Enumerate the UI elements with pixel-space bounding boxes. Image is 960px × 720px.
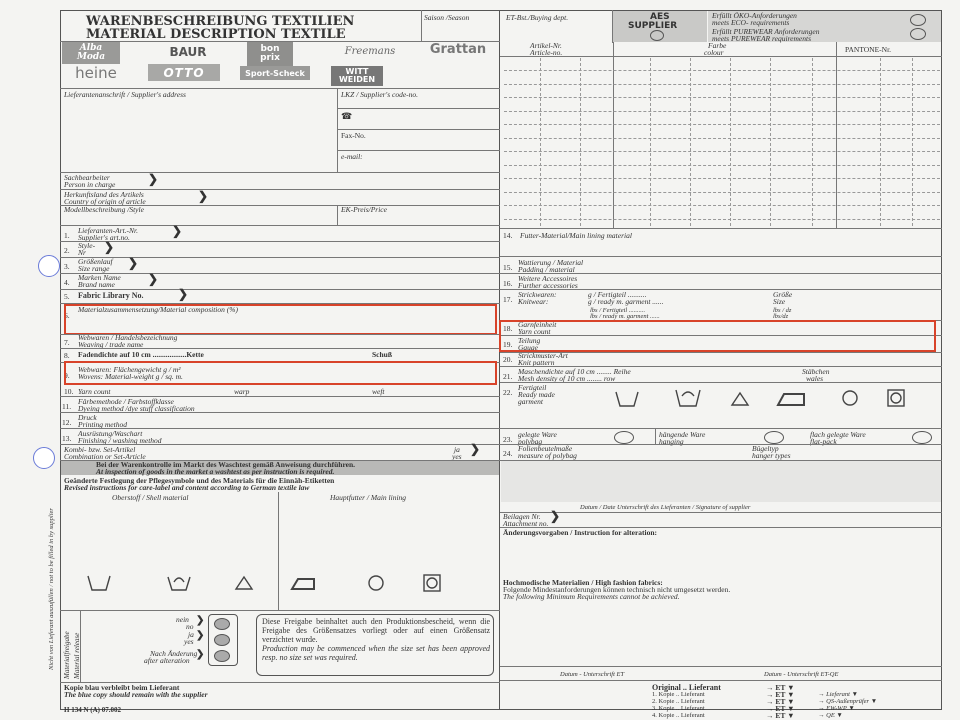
highlight-material-composition <box>64 304 497 335</box>
grid-col-line <box>730 58 731 226</box>
distribution-arrow: → ET ▼ <box>766 711 795 720</box>
care-symbols-left <box>87 574 441 592</box>
grid-row-line <box>504 70 940 71</box>
aes-supplier-label: SUPPLIER <box>628 21 678 31</box>
release-side-label: Materialfreigabe Material release <box>63 631 81 679</box>
iron-icon <box>290 578 315 590</box>
grid-row-line <box>504 218 940 220</box>
grid-row-line <box>504 97 940 98</box>
aes-checkbox[interactable] <box>650 30 664 41</box>
buying-dept-label: ET-Bst./Buying dept. <box>506 13 569 22</box>
grid-row-line <box>504 205 940 206</box>
punch-hole <box>38 255 60 277</box>
vertical-note: Nicht von Lieferant auszufüllen / not to… <box>48 508 55 670</box>
logo-sport-scheck: Sport-Scheck <box>240 66 310 80</box>
logo-otto: OTTO <box>148 64 220 81</box>
chevron-right-icon: ❯ <box>148 272 159 286</box>
flatpack-checkbox[interactable] <box>912 431 932 444</box>
chevron-right-icon: ❯ <box>148 172 159 186</box>
grid-row-line <box>504 110 940 112</box>
logo-witt-weiden: WITT WEIDEN <box>331 66 383 86</box>
highlight-material-weight <box>64 361 497 385</box>
hanging-checkbox[interactable] <box>764 431 784 444</box>
chevron-right-icon: ❯ <box>470 442 481 456</box>
release-after-alteration-checkbox[interactable] <box>214 650 230 662</box>
purewear-checkbox[interactable] <box>910 28 926 40</box>
chevron-right-icon: ❯ <box>196 615 205 626</box>
logo-bonprix: bon prix <box>247 42 293 66</box>
hand-wash-icon <box>675 389 701 407</box>
chevron-right-icon: ❯ <box>198 189 209 203</box>
bleach-triangle-icon <box>234 575 254 590</box>
release-no-checkbox[interactable] <box>214 618 230 630</box>
logo-heine: heine <box>75 64 117 82</box>
distribution-row: 4. Kopie .. Lieferant <box>652 712 705 719</box>
grid-col-line <box>770 58 771 226</box>
logo-freemans: Freemans <box>344 45 396 57</box>
title-en: MATERIAL DESCRIPTION TEXTILE <box>86 27 346 42</box>
punch-hole <box>33 447 55 469</box>
polybag-shaded-area <box>501 460 941 502</box>
grid-row-line <box>504 178 940 179</box>
chevron-right-icon: ❯ <box>172 224 183 238</box>
left-panel <box>60 10 500 710</box>
chevron-right-icon: ❯ <box>196 649 205 660</box>
chevron-right-icon: ❯ <box>196 630 205 641</box>
grid-row-line <box>504 137 940 139</box>
chevron-right-icon: ❯ <box>128 256 139 270</box>
grid-col-line <box>880 58 881 226</box>
chevron-right-icon: ❯ <box>104 240 115 254</box>
grid-col-line <box>580 58 581 226</box>
wash-tub-icon <box>87 575 111 591</box>
chevron-right-icon: ❯ <box>178 287 189 301</box>
dry-clean-circle-icon <box>368 575 384 591</box>
grid-row-line <box>504 83 940 85</box>
grid-col-line <box>540 58 541 226</box>
eco-checkbox[interactable] <box>910 14 926 26</box>
hand-wash-icon <box>167 576 191 591</box>
form-page: WARENBESCHREIBUNG TEXTILIEN MATERIAL DES… <box>0 0 960 720</box>
phone-icon: ☎ <box>341 111 353 121</box>
logo-grattan: Grattan <box>429 41 487 57</box>
distribution-note: → QE ▼ <box>818 712 843 719</box>
grid-col-line <box>690 58 691 226</box>
logo-baur: BAUR <box>169 45 207 59</box>
grid-col-line <box>912 58 913 226</box>
logo-alba-moda: Alba Moda <box>62 42 120 64</box>
polybag-checkbox[interactable] <box>614 431 634 444</box>
iron-icon <box>776 393 805 406</box>
grid-row-line <box>504 124 940 125</box>
aes-label: AES <box>650 12 670 22</box>
season-label: Saison /Season <box>424 13 470 22</box>
release-yes-checkbox[interactable] <box>214 634 230 646</box>
highlight-yarn-count-gauge <box>499 320 936 352</box>
grid-row-line <box>504 151 940 152</box>
wash-tub-icon <box>615 391 639 407</box>
chevron-right-icon: ❯ <box>550 509 561 523</box>
grid-row-line <box>504 164 940 166</box>
grid-col-line <box>812 58 813 226</box>
bleach-triangle-icon <box>730 391 750 406</box>
right-panel <box>500 10 942 710</box>
grid-row-line <box>504 191 940 193</box>
care-symbols-right <box>615 389 905 407</box>
dry-clean-circle-icon <box>842 390 858 406</box>
grid-col-line <box>650 58 651 226</box>
